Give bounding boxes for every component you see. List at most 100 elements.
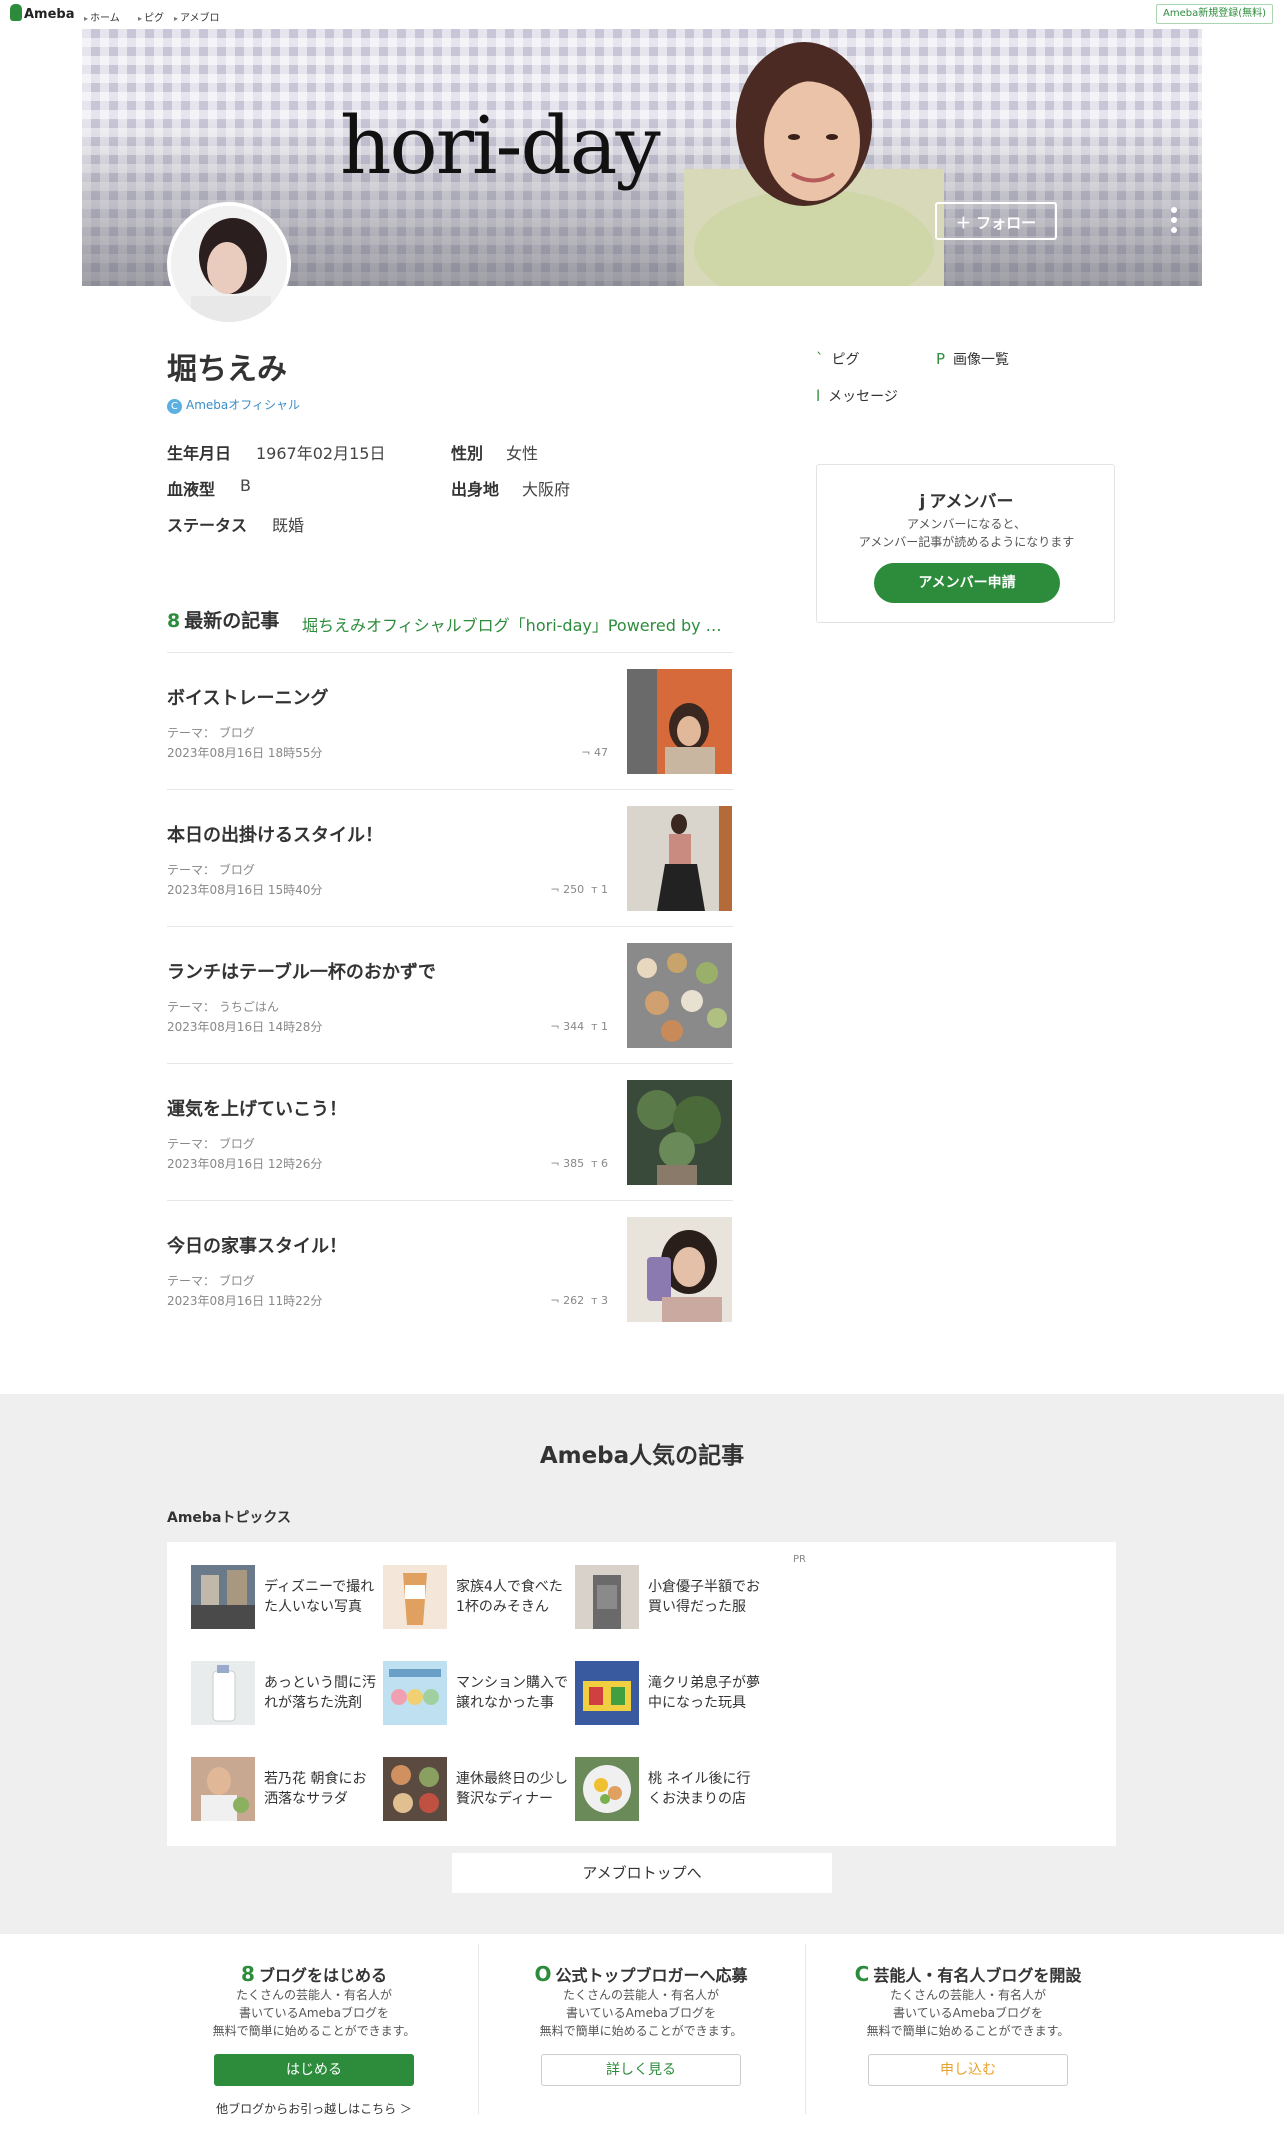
article-theme[interactable]: テーマ： ブログ [167,1272,255,1289]
article-title[interactable]: 運気を上げていこう！ [167,1095,347,1121]
side-link-pigg[interactable]: ` ピグ [816,349,860,369]
article-thumbnail[interactable] [627,1217,732,1322]
profile-avatar [167,202,291,326]
comment-icon: т [591,1020,601,1033]
article-theme[interactable]: テーマ： うちごはん [167,998,279,1015]
migrate-link[interactable]: 他ブログからお引っ越しはこちら ＞ [151,2100,477,2117]
article-theme[interactable]: テーマ： ブログ [167,724,255,741]
article-thumbnail[interactable] [627,1080,732,1185]
topics-box: PR ディズニーで撮れ た人いない写真 家族4人で食べた 1杯のみそきん 小倉優子半… [167,1542,1116,1846]
amember-apply-button[interactable]: アメンバー申請 [874,563,1060,603]
topic-item[interactable]: 桃 ネイル後に行 くお決まりの店 [575,1757,765,1823]
avatar-image [171,206,287,322]
popular-section: Ameba人気の記事 Amebaトピックス PR ディズニーで撮れ た人いない写真… [0,1394,1284,1934]
like-icon: ¬ [550,883,564,896]
article-date: 2023年08月16日 15時40分 [167,883,323,897]
image-list-icon: P [936,350,946,368]
nav-pigg-link[interactable]: ピグ [138,9,164,24]
article-date: 2023年08月16日 11時22分 [167,1294,323,1308]
start-blog-button[interactable]: はじめる [214,2054,414,2086]
topic-image [191,1565,255,1629]
divider [167,652,733,653]
blog-icon: 8 [167,610,181,632]
topic-image [191,1661,255,1725]
side-link-images[interactable]: P 画像一覧 [936,349,1009,369]
article-stats: ¬ 385 т 6 [550,1157,608,1170]
comment-icon: т [591,883,601,896]
amember-icon: j [919,492,926,512]
blog-icon: 8 [241,1962,255,1986]
ameblo-top-button[interactable]: アメブロトップへ [452,1853,832,1893]
side-link-message[interactable]: l メッセージ [816,386,898,406]
topic-image [575,1757,639,1821]
article-title[interactable]: ランチはテーブル一杯のおかずで [167,958,436,984]
signup-button[interactable]: Ameba新規登録(無料) [1155,4,1273,24]
article-stats: ¬ 250 т 1 [550,883,608,896]
pigg-icon: ` [816,350,824,368]
article-title[interactable]: 今日の家事スタイル！ [167,1232,347,1258]
see-details-button[interactable]: 詳しく見る [541,2054,741,2086]
top-nav: Ameba ホーム ピグ アメブロ Ameba新規登録(無料) [0,0,1284,29]
topic-item[interactable]: 連休最終日の少し 贅沢なディナー [383,1757,573,1823]
topic-image [575,1661,639,1725]
amember-description: アメンバーになると、 アメンバー記事が読めるようになります [858,517,1075,549]
divider [167,789,733,790]
topic-item[interactable]: 家族4人で食べた 1杯のみそきん [383,1565,573,1631]
topic-item[interactable]: 小倉優子半額でお 買い得だった服 [575,1565,765,1631]
ameba-logo[interactable]: Ameba [10,4,75,22]
nav-ameblo-link[interactable]: アメブロ [174,9,220,24]
like-icon: ¬ [581,746,594,759]
status-label: ステータス [167,516,248,535]
banner-title: hori-day [340,99,661,192]
topic-image [575,1565,639,1629]
blood-type-value: B [240,476,251,495]
nav-home-link[interactable]: ホーム [84,9,120,24]
footer-top-blogger: O 公式トップブロガーへ応募 たくさんの芸能人・有名人が 書いているAmebaブログ… [478,1934,804,2134]
blog-name-link[interactable]: 堀ちえみオフィシャルブログ「hori-day」Powered by Ameba [302,612,722,636]
article-stats: ¬ 47 [581,746,608,759]
article-date: 2023年08月16日 12時26分 [167,1157,323,1171]
topic-item[interactable]: 滝クリ弟息子が夢 中になった玩具 [575,1661,765,1727]
article-title[interactable]: 本日の出掛けるスタイル！ [167,821,383,847]
footer-start-blog: 8 ブログをはじめる たくさんの芸能人・有名人が 書いているAmebaブログを 無料で… [151,1934,477,2134]
birthday-value: 1967年02月15日 [256,444,386,463]
pr-label: PR [793,1554,806,1565]
topic-image [383,1757,447,1821]
article-theme[interactable]: テーマ： ブログ [167,861,255,878]
comment-icon: т [591,1294,601,1307]
topic-item[interactable]: マンション購入で 譲れなかった事 [383,1661,573,1727]
article-date: 2023年08月16日 14時28分 [167,1020,323,1034]
celebrity-icon: C [854,1962,870,1986]
like-icon: ¬ [550,1020,564,1033]
follow-button[interactable]: ＋ フォロー [935,202,1057,240]
article-thumbnail[interactable] [627,669,732,774]
more-menu-icon[interactable] [1169,207,1179,237]
ameba-frog-icon [10,4,22,21]
top-blogger-icon: O [534,1962,552,1986]
topic-item[interactable]: 若乃花 朝食にお 洒落なサラダ [191,1757,381,1823]
article-stats: ¬ 344 т 1 [550,1020,608,1033]
divider [167,1200,733,1201]
gender-value: 女性 [506,444,539,463]
topic-image [383,1565,447,1629]
like-icon: ¬ [550,1157,564,1170]
article-thumbnail[interactable] [627,943,732,1048]
topic-image [383,1661,447,1725]
divider [167,1063,733,1064]
topic-item[interactable]: あっという間に汚 れが落ちた洗剤 [191,1661,381,1727]
profile-name: 堀ちえみ [167,352,287,387]
hometown-value: 大阪府 [522,480,571,499]
popular-title: Ameba人気の記事 [539,1443,745,1469]
article-title[interactable]: ボイストレーニング [167,684,328,710]
article-stats: ¬ 262 т 3 [550,1294,608,1307]
article-date: 2023年08月16日 18時55分 [167,746,323,760]
topic-item[interactable]: ディズニーで撮れ た人いない写真 [191,1565,381,1631]
topics-label: Amebaトピックス [167,1510,291,1526]
article-thumbnail[interactable] [627,806,732,911]
official-badge[interactable]: C Amebaオフィシャル [167,396,300,414]
banner-portrait-image [684,42,944,286]
gender-label: 性別 [451,444,484,463]
apply-button[interactable]: 申し込む [868,2054,1068,2086]
message-icon: l [816,387,821,405]
article-theme[interactable]: テーマ： ブログ [167,1135,255,1152]
